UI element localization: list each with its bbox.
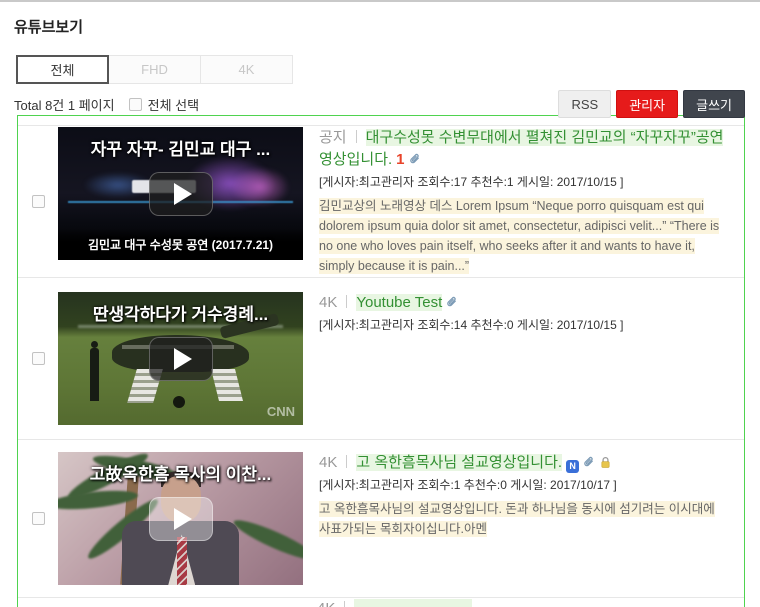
post-meta: [게시자:최고관리자 조회수:14 추천수:0 게시일: 2017/10/15 … — [319, 317, 728, 334]
thumbnail-overlay-text: 고故옥한흠 목사의 이찬... — [58, 460, 303, 485]
post-title-link[interactable]: 대구수성못 수변무대에서 펼쳐진 김민교의 “자꾸자꾸”공연 영상입니다. — [319, 129, 723, 168]
rss-button[interactable]: RSS — [558, 90, 611, 118]
post-description: 고 옥한흠목사님의 설교영상입니다. 돈과 하나님을 동시에 섬기려는 이시대에… — [319, 499, 728, 539]
post-meta: [게시자:최고관리자 조회수:1 추천수:0 게시일: 2017/10/17 ] — [319, 477, 728, 494]
play-icon[interactable] — [149, 172, 213, 216]
admin-button[interactable]: 관리자 — [616, 90, 678, 118]
attachment-icon — [408, 152, 422, 166]
label-separator — [346, 295, 347, 308]
cnn-watermark: CNN — [267, 404, 295, 419]
comment-count: 1 — [396, 151, 404, 168]
label-separator — [356, 130, 357, 143]
list-item: 고故옥한흠 목사의 이찬... 4K 고 옥한흠목사님 설교영상입니다. N [게시… — [18, 439, 744, 597]
post-title-highlighted: 고 옥한흠목사님 설교영상입니다. — [356, 454, 562, 471]
row-checkbox[interactable] — [32, 352, 45, 365]
list-item: 자꾸 자꾸- 김민교 대구 ... 김민교 대구 수성못 공연 (2017.7.… — [18, 125, 744, 277]
post-title-link[interactable] — [354, 600, 472, 607]
post-title-highlighted — [354, 599, 472, 607]
label-separator — [344, 601, 345, 607]
post-label: 4K — [317, 600, 335, 607]
row-checkbox[interactable] — [32, 195, 45, 208]
row-checkbox[interactable] — [32, 512, 45, 525]
tab-all[interactable]: 전체 — [16, 55, 109, 84]
thumbnail-caption: 김민교 대구 수성못 공연 (2017.7.21) — [58, 236, 303, 253]
post-title-link[interactable]: 고 옥한흠목사님 설교영상입니다. — [356, 454, 562, 471]
video-thumbnail[interactable]: 자꾸 자꾸- 김민교 대구 ... 김민교 대구 수성못 공연 (2017.7.… — [58, 127, 303, 260]
post-label: 공지 — [319, 129, 347, 146]
filter-tabs: 전체 FHD 4K — [17, 55, 760, 84]
post-title-highlighted: 대구수성못 수변무대에서 펼쳐진 김민교의 “자꾸자꾸”공연 — [366, 129, 724, 146]
post-label: 4K — [319, 294, 337, 311]
play-icon[interactable] — [149, 337, 213, 381]
new-icon: N — [566, 460, 579, 473]
list-item: 딴생각하다가 거수경례... CNN 4K Youtube Test [게시자:최… — [18, 277, 744, 439]
post-title-highlighted: Youtube Test — [356, 294, 442, 311]
label-separator — [346, 455, 347, 468]
lock-icon — [599, 456, 612, 469]
post-title-rest: 영상입니다. — [319, 151, 392, 168]
select-all-label: 전체 선택 — [148, 95, 199, 114]
post-label: 4K — [319, 454, 337, 471]
attachment-icon — [445, 295, 459, 309]
tab-4k[interactable]: 4K — [200, 55, 293, 84]
post-description: 김민교상의 노래영상 데스 Lorem Ipsum “Neque porro q… — [319, 196, 728, 276]
total-count-text: Total 8건 1 페이지 — [14, 95, 115, 114]
attachment-icon — [582, 455, 596, 469]
list-item: 4K — [18, 597, 744, 607]
action-buttons: RSS 관리자 글쓰기 — [558, 90, 745, 118]
post-title-link[interactable]: Youtube Test — [356, 294, 442, 311]
post-meta: [게시자:최고관리자 조회수:17 추천수:1 게시일: 2017/10/15 … — [319, 174, 728, 191]
select-all-checkbox[interactable] — [129, 98, 142, 111]
write-button[interactable]: 글쓰기 — [683, 90, 745, 118]
video-thumbnail[interactable]: 고故옥한흠 목사의 이찬... — [58, 452, 303, 585]
video-thumbnail[interactable]: 딴생각하다가 거수경례... CNN — [58, 292, 303, 425]
page-title: 유튜브보기 — [14, 16, 760, 37]
tab-fhd[interactable]: FHD — [108, 55, 201, 84]
video-list: 자꾸 자꾸- 김민교 대구 ... 김민교 대구 수성못 공연 (2017.7.… — [17, 115, 745, 607]
thumbnail-overlay-text: 딴생각하다가 거수경례... — [58, 300, 303, 325]
play-icon[interactable] — [149, 497, 213, 541]
thumbnail-overlay-text: 자꾸 자꾸- 김민교 대구 ... — [58, 135, 303, 160]
